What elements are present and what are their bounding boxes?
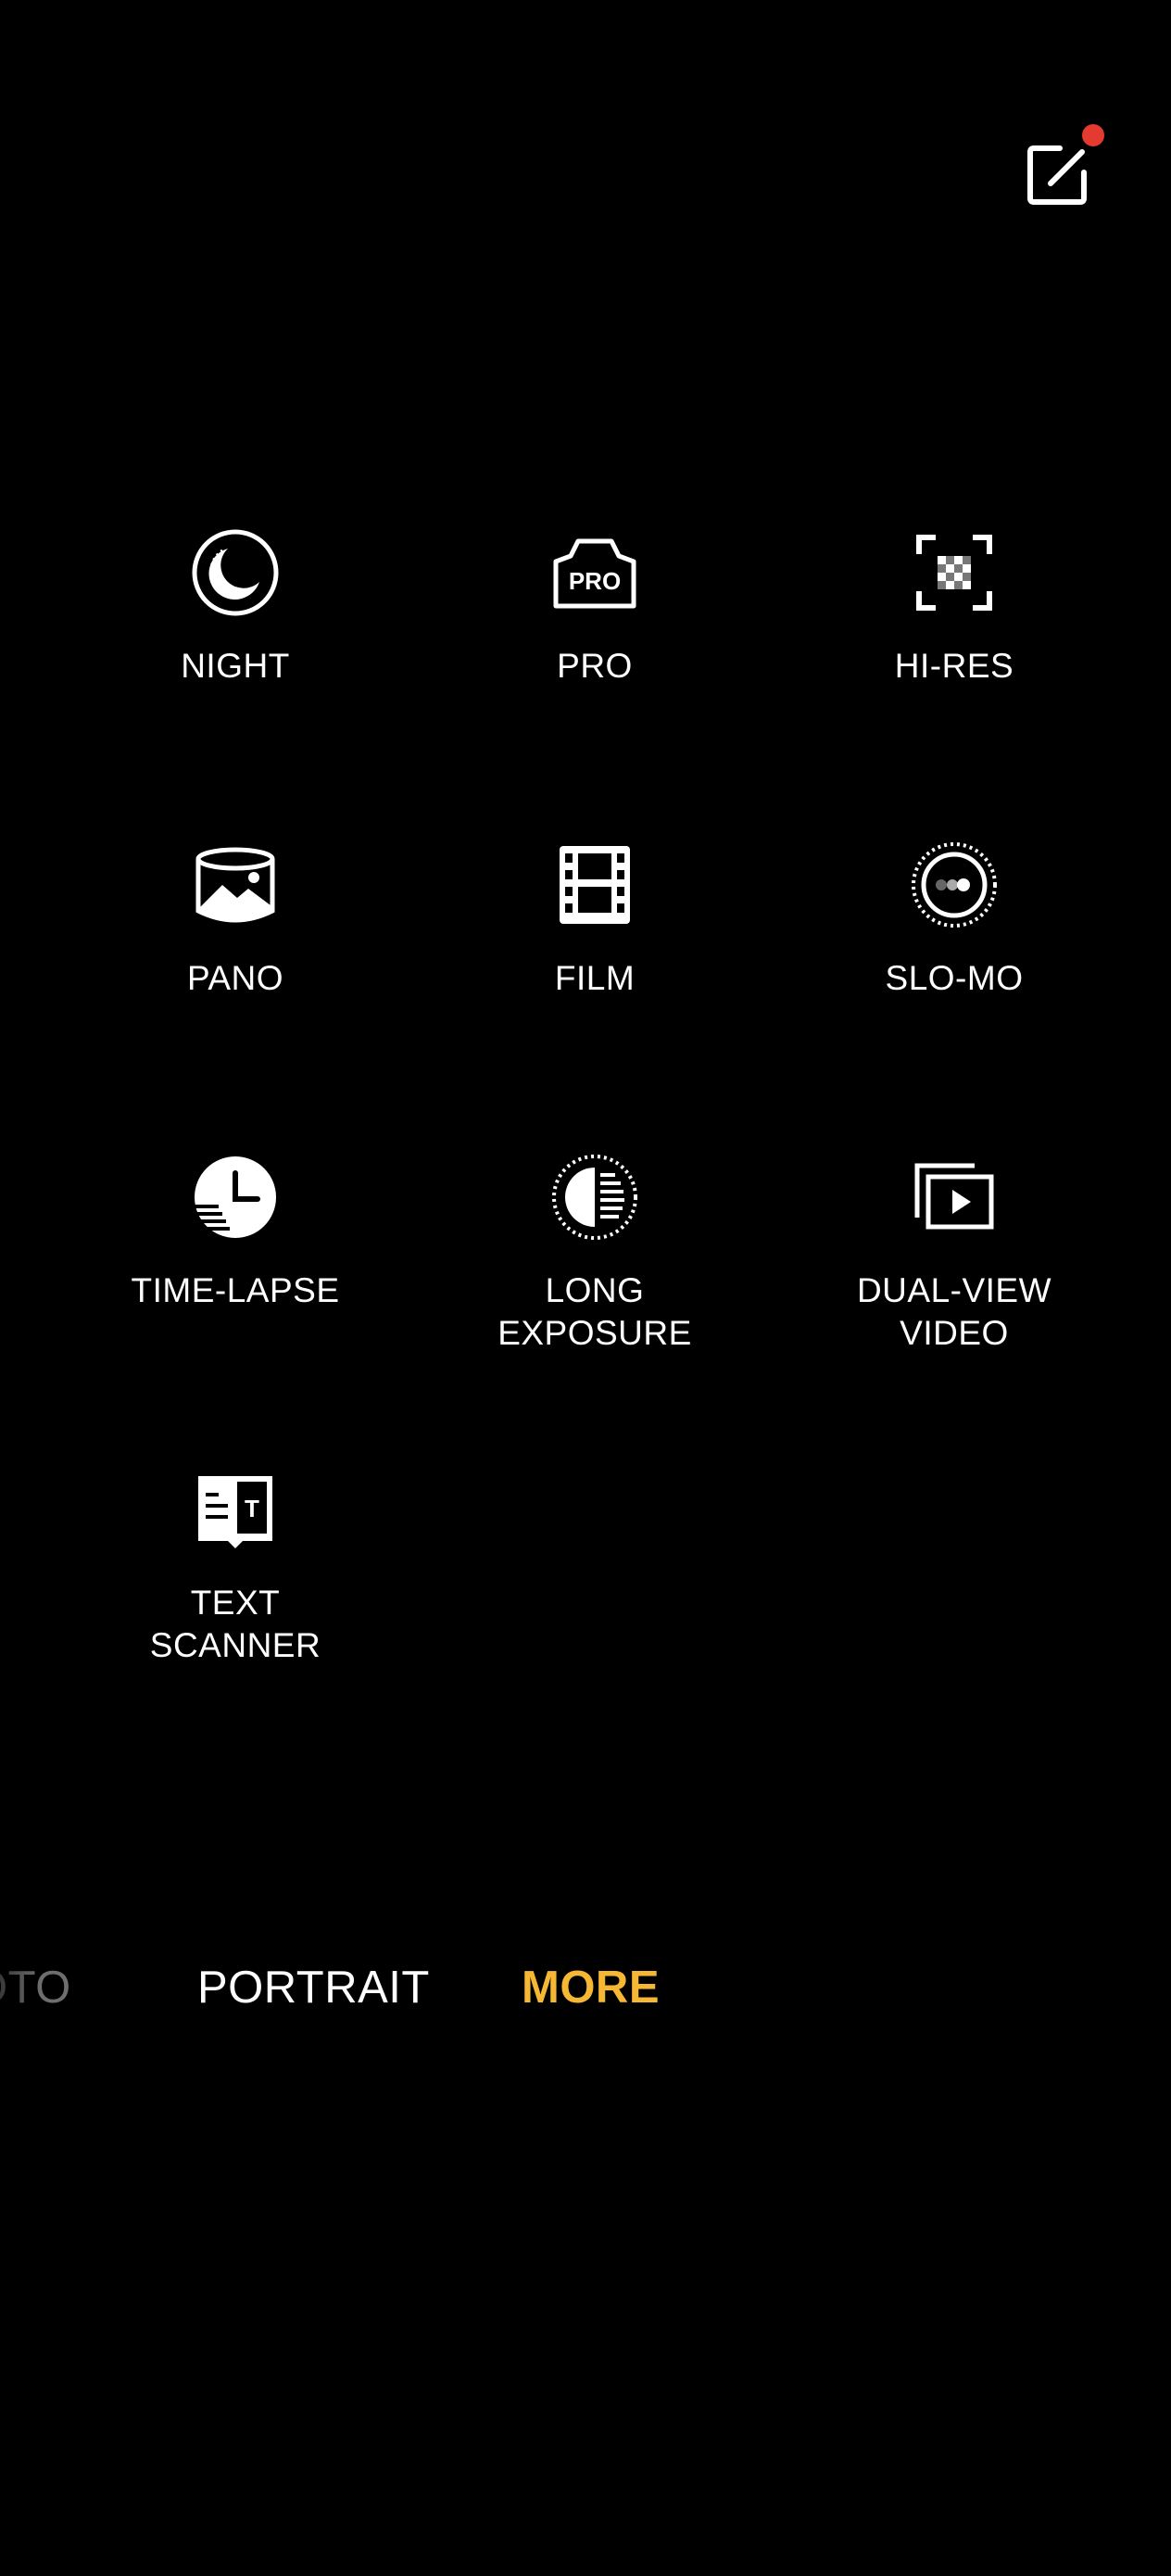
mode-night[interactable]: NIGHT — [56, 528, 415, 840]
mode-slo-mo[interactable]: SLO-MO — [774, 840, 1134, 1153]
notification-dot — [1082, 124, 1104, 146]
mode-hi-res[interactable]: HI-RES — [774, 528, 1134, 840]
mode-tab-photo[interactable]: OTO — [0, 1955, 71, 2020]
mode-tab-more[interactable]: MORE — [522, 1955, 660, 2020]
mode-label: LONG EXPOSURE — [497, 1271, 692, 1352]
mode-label: TIME-LAPSE — [131, 1271, 340, 1309]
long-exposure-icon — [550, 1153, 639, 1242]
mode-dual-view-video[interactable]: DUAL-VIEW VIDEO — [774, 1153, 1134, 1465]
mode-label: PANO — [186, 959, 284, 997]
slo-mo-icon — [910, 840, 999, 929]
mode-pro[interactable]: PRO PRO — [415, 528, 774, 840]
film-icon — [550, 840, 639, 929]
svg-text:T: T — [245, 1495, 259, 1522]
mode-time-lapse[interactable]: TIME-LAPSE — [56, 1153, 415, 1465]
mode-label: DUAL-VIEW VIDEO — [856, 1271, 1052, 1352]
hi-res-icon — [910, 528, 999, 617]
pano-icon — [191, 840, 280, 929]
mode-label: TEXT SCANNER — [149, 1584, 321, 1664]
modes-grid: NIGHT PRO PRO HI-RES PANO FILM SLO-MO TI… — [56, 528, 1134, 1777]
edit-modes-icon — [1027, 145, 1087, 205]
mode-label: PRO — [557, 647, 633, 685]
mode-long-exposure[interactable]: LONG EXPOSURE — [415, 1153, 774, 1465]
mode-bar: OTO PORTRAIT MORE — [0, 1955, 1171, 2020]
mode-label: SLO-MO — [885, 959, 1024, 997]
text-scanner-icon: T — [191, 1465, 280, 1554]
night-icon — [191, 528, 280, 617]
edit-modes-button[interactable] — [1023, 139, 1093, 209]
svg-text:PRO: PRO — [569, 567, 621, 595]
time-lapse-icon — [191, 1153, 280, 1242]
mode-pano[interactable]: PANO — [56, 840, 415, 1153]
mode-tab-portrait[interactable]: PORTRAIT — [197, 1955, 430, 2020]
pro-icon: PRO — [550, 528, 639, 617]
mode-label: HI-RES — [894, 647, 1014, 685]
dual-view-video-icon — [910, 1153, 999, 1242]
mode-text-scanner[interactable]: T TEXT SCANNER — [56, 1465, 415, 1777]
mode-label: FILM — [554, 959, 636, 997]
mode-label: NIGHT — [181, 647, 290, 685]
mode-film[interactable]: FILM — [415, 840, 774, 1153]
